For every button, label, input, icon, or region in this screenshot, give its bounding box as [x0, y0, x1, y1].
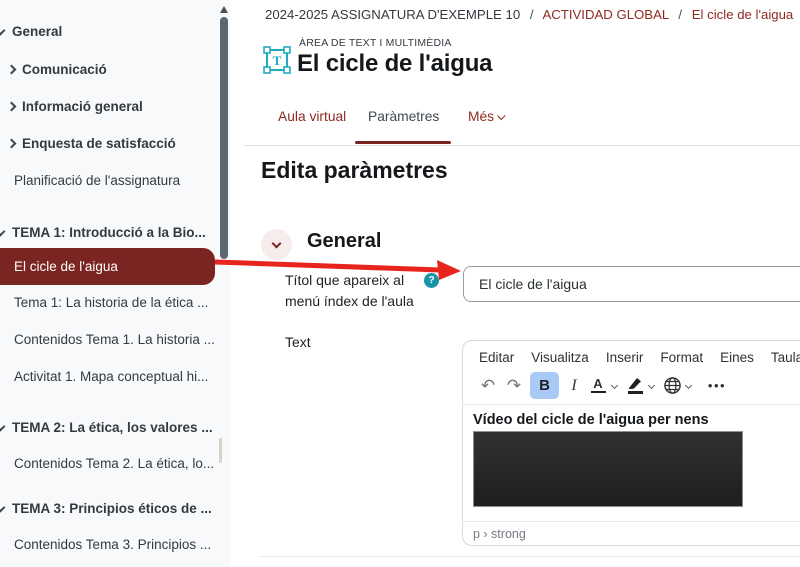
sidebar-scrollbar-track: [219, 438, 222, 463]
breadcrumb-separator: /: [530, 7, 534, 22]
sidebar-item-label: Enquesta de satisfacció: [22, 136, 176, 151]
sidebar-item-tema1-historia[interactable]: Tema 1: La historia de la ética ...: [0, 294, 230, 312]
sidebar-item-comunicacio[interactable]: Comunicació: [0, 61, 230, 79]
chevron-down-icon: [272, 238, 282, 248]
chevron-down-icon[interactable]: [0, 422, 5, 432]
sidebar-item-selected-el-cicle[interactable]: El cicle de l'aigua: [0, 248, 215, 285]
chevron-down-icon[interactable]: [0, 26, 5, 36]
breadcrumb-link-section[interactable]: ACTIVIDAD GLOBAL: [542, 7, 668, 22]
sidebar-item-label: Tema 1: La historia de la ética ...: [14, 295, 208, 310]
editor-content-area[interactable]: Vídeo del cicle de l'aigua per nens: [463, 405, 800, 507]
text-media-area-icon: T: [262, 45, 292, 75]
sidebar-item-enquesta[interactable]: Enquesta de satisfacció: [0, 135, 230, 153]
editor-toolbar: ↶ ↷ B I A •••: [463, 369, 800, 405]
sidebar-item-label: Contenidos Tema 1. La historia ...: [14, 332, 215, 347]
sidebar-item-label: Informació general: [22, 99, 143, 114]
sidebar-item-informacio-general[interactable]: Informació general: [0, 98, 230, 116]
menu-edit[interactable]: Editar: [479, 350, 514, 365]
sidebar-item-activitat1[interactable]: Activitat 1. Mapa conceptual hi...: [0, 368, 230, 386]
sidebar-item-contenidos-tema2[interactable]: Contenidos Tema 2. La ética, lo...: [0, 455, 230, 473]
text-field-label: Text: [285, 334, 311, 350]
sidebar-item-tema3[interactable]: TEMA 3: Principios éticos de ...: [0, 500, 230, 518]
chevron-down-icon[interactable]: [648, 382, 655, 389]
sidebar-item-planificacio[interactable]: Planificació de l'assignatura: [0, 172, 230, 190]
breadcrumb-link-activity[interactable]: El cicle de l'aigua: [692, 7, 793, 22]
tab-aula-virtual[interactable]: Aula virtual: [278, 109, 346, 124]
section-title: General: [307, 230, 381, 253]
chevron-down-icon[interactable]: [685, 382, 692, 389]
title-field-label-line1: Títol que apareix al: [285, 272, 404, 288]
course-index-sidebar: General Comunicació Informació general E…: [0, 0, 230, 567]
sidebar-item-label: Contenidos Tema 2. La ética, lo...: [14, 456, 214, 471]
sidebar-item-label: TEMA 3: Principios éticos de ...: [12, 501, 212, 516]
language-globe-button[interactable]: [660, 372, 684, 399]
sidebar-item-label: Comunicació: [22, 62, 107, 77]
globe-icon: [663, 376, 682, 395]
tab-mes[interactable]: Més: [468, 109, 505, 124]
sidebar-item-label: Planificació de l'assignatura: [14, 173, 180, 188]
menu-view[interactable]: Visualitza: [531, 350, 589, 365]
title-field-label-line2: menú índex de l'aula: [285, 293, 414, 309]
editor-content-heading: Vídeo del cicle de l'aigua per nens: [473, 412, 800, 428]
editor-statusbar: p › strong: [463, 521, 800, 545]
svg-text:T: T: [273, 53, 282, 68]
rich-text-editor: Editar Visualitza Inserir Format Eines T…: [462, 340, 800, 546]
sidebar-item-label: Contenidos Tema 3. Principios ...: [14, 537, 211, 552]
sidebar-item-label: General: [12, 24, 62, 39]
section-divider: [258, 556, 800, 557]
active-tab-underline: [355, 141, 451, 144]
redo-icon[interactable]: ↷: [501, 372, 527, 399]
breadcrumb: 2024-2025 ASSIGNATURA D'EXEMPLE 10 / ACT…: [265, 7, 800, 22]
element-path: p › strong: [473, 527, 526, 541]
scrollbar-up-arrow-icon[interactable]: [220, 6, 228, 13]
chevron-down-icon[interactable]: [611, 382, 618, 389]
highlight-color-button[interactable]: [623, 372, 647, 399]
embedded-video[interactable]: [473, 431, 743, 507]
form-heading: Edita paràmetres: [261, 157, 448, 184]
sidebar-item-label: El cicle de l'aigua: [14, 259, 118, 274]
help-icon[interactable]: ?: [424, 273, 439, 288]
text-color-bar: [591, 391, 606, 394]
sidebar-item-general[interactable]: General: [0, 23, 230, 41]
title-input[interactable]: [463, 266, 800, 302]
sidebar-item-label: Activitat 1. Mapa conceptual hi...: [14, 369, 208, 384]
sidebar-item-tema2[interactable]: TEMA 2: La ética, los valores ...: [0, 419, 230, 437]
highlight-color-bar: [628, 391, 643, 394]
menu-insert[interactable]: Inserir: [606, 350, 644, 365]
tab-mes-label: Més: [468, 109, 494, 124]
chevron-right-icon[interactable]: [7, 65, 17, 75]
undo-icon[interactable]: ↶: [475, 372, 501, 399]
sidebar-scrollbar-thumb[interactable]: [220, 17, 228, 259]
section-collapse-button[interactable]: [261, 229, 292, 260]
pen-icon: [628, 377, 642, 389]
sidebar-item-contenidos-tema1[interactable]: Contenidos Tema 1. La historia ...: [0, 331, 230, 349]
menu-table[interactable]: Taula: [771, 350, 800, 365]
text-color-button[interactable]: A: [586, 372, 610, 399]
sidebar-item-label: TEMA 2: La ética, los valores ...: [12, 420, 213, 435]
breadcrumb-course: 2024-2025 ASSIGNATURA D'EXEMPLE 10: [265, 7, 520, 22]
chevron-right-icon[interactable]: [7, 139, 17, 149]
breadcrumb-separator: /: [678, 7, 682, 22]
tab-bar-divider: [244, 145, 800, 146]
chevron-down-icon[interactable]: [0, 503, 5, 513]
menu-tools[interactable]: Eines: [720, 350, 754, 365]
sidebar-item-label: TEMA 1: Introducció a la Bio...: [12, 225, 206, 240]
chevron-down-icon: [497, 112, 505, 120]
sidebar-item-tema1[interactable]: TEMA 1: Introducció a la Bio...: [0, 224, 230, 242]
page-title: El cicle de l'aigua: [297, 50, 492, 78]
chevron-down-icon[interactable]: [0, 227, 5, 237]
italic-button[interactable]: I: [562, 372, 586, 399]
editor-menubar: Editar Visualitza Inserir Format Eines T…: [463, 341, 800, 369]
text-color-letter: A: [593, 378, 602, 389]
more-toolbar-button[interactable]: •••: [705, 372, 729, 399]
sidebar-item-contenidos-tema3[interactable]: Contenidos Tema 3. Principios ...: [0, 536, 230, 554]
bold-button[interactable]: B: [530, 372, 559, 399]
menu-format[interactable]: Format: [660, 350, 703, 365]
chevron-right-icon[interactable]: [7, 102, 17, 112]
activity-type-label: ÀREA DE TEXT I MULTIMÈDIA: [299, 37, 452, 49]
tab-parametres[interactable]: Paràmetres: [368, 109, 439, 124]
